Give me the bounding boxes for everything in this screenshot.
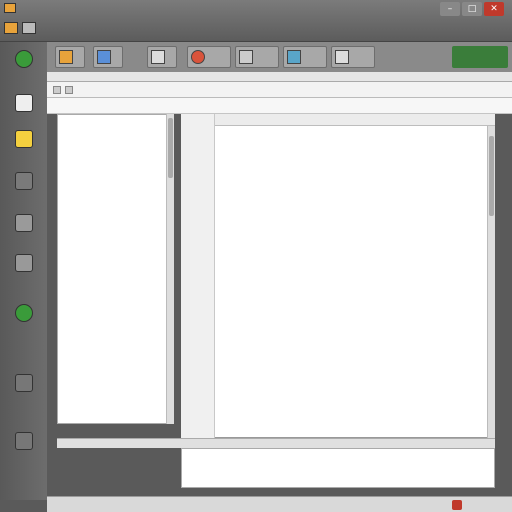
ribbon-status-badge[interactable] xyxy=(452,46,508,68)
sidebar-item-7[interactable] xyxy=(3,374,45,394)
status-bar xyxy=(47,496,512,512)
user-icon xyxy=(97,50,111,64)
back-icon[interactable] xyxy=(53,86,61,94)
sidebar-item-8[interactable] xyxy=(3,432,45,452)
ribbon-button-5[interactable] xyxy=(283,46,327,68)
ribbon xyxy=(47,42,512,72)
close-button[interactable]: ✕ xyxy=(484,2,504,16)
record-icon xyxy=(191,50,205,64)
save-icon[interactable] xyxy=(4,22,18,34)
secondary-toolbar xyxy=(47,72,512,82)
table-icon xyxy=(239,50,253,64)
editor-ruler xyxy=(181,114,495,126)
image-icon xyxy=(15,254,33,272)
bottom-tabbar xyxy=(57,438,495,448)
minimize-button[interactable]: – xyxy=(440,2,460,16)
sidebar-item-2[interactable] xyxy=(3,130,45,150)
chart-icon xyxy=(287,50,301,64)
undo-icon[interactable] xyxy=(22,22,36,34)
gear-icon xyxy=(15,432,33,450)
folder-icon xyxy=(15,50,33,68)
editor-gutter xyxy=(181,114,215,438)
settings-icon xyxy=(15,172,33,190)
ribbon-button-3[interactable] xyxy=(187,46,231,68)
sidebar-item-1[interactable] xyxy=(3,94,45,114)
sidebar-item-5[interactable] xyxy=(3,254,45,274)
sidebar-item-4[interactable] xyxy=(3,214,45,234)
tools-icon xyxy=(15,374,33,392)
sidebar-item-6[interactable] xyxy=(3,304,45,324)
maximize-button[interactable]: □ xyxy=(462,2,482,16)
sidebar-item-0[interactable] xyxy=(3,50,45,70)
editor-scroll-thumb[interactable] xyxy=(489,136,494,216)
left-sidebar xyxy=(0,42,47,500)
ribbon-button-0[interactable] xyxy=(55,46,85,68)
title-bar: – □ ✕ xyxy=(0,0,512,42)
tree-scrollbar[interactable] xyxy=(166,114,174,424)
ribbon-button-2[interactable] xyxy=(147,46,177,68)
menu-row xyxy=(47,98,512,114)
ribbon-button-1[interactable] xyxy=(93,46,123,68)
app-icon xyxy=(4,3,16,13)
sidebar-item-3[interactable] xyxy=(3,172,45,192)
editor-scrollbar[interactable] xyxy=(487,126,495,438)
edit-icon xyxy=(15,130,33,148)
document-icon xyxy=(151,50,165,64)
ribbon-button-4[interactable] xyxy=(235,46,279,68)
folder-open-icon xyxy=(59,50,73,64)
document-icon xyxy=(15,94,33,112)
editor-lines xyxy=(216,126,486,426)
status-indicator xyxy=(452,500,462,510)
forward-icon[interactable] xyxy=(65,86,73,94)
ribbon-button-6[interactable] xyxy=(331,46,375,68)
project-tree[interactable] xyxy=(57,114,174,424)
database-icon xyxy=(15,214,33,232)
output-panel xyxy=(181,448,495,488)
tree-scroll-thumb[interactable] xyxy=(168,118,173,178)
address-bar[interactable] xyxy=(47,82,512,98)
key-icon xyxy=(15,304,33,322)
list-icon xyxy=(335,50,349,64)
